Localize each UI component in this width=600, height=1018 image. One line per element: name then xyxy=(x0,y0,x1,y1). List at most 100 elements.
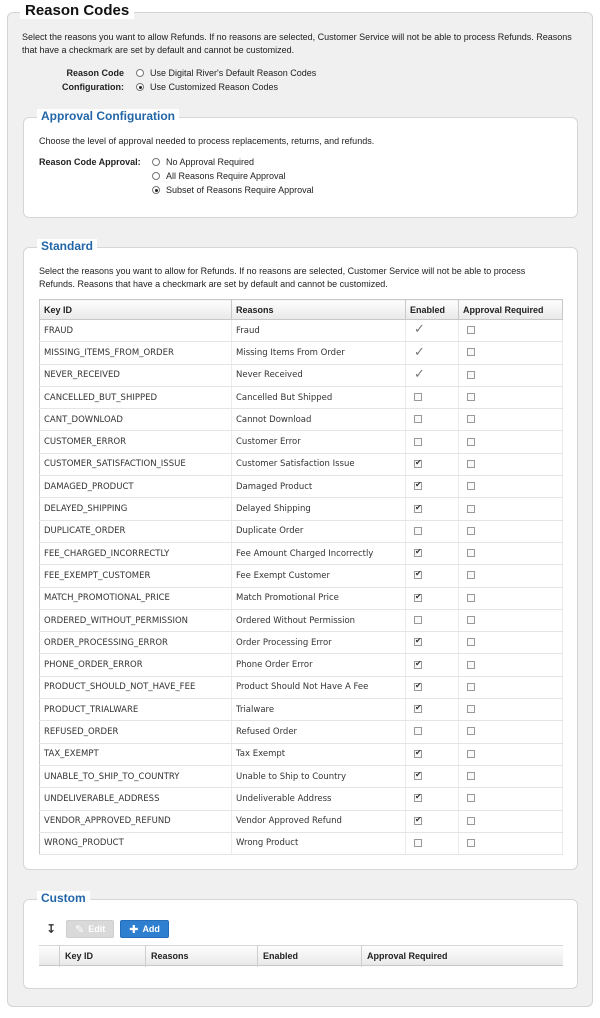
column-header-approval-required[interactable]: Approval Required xyxy=(458,299,563,320)
approval-required-checkbox[interactable] xyxy=(467,482,475,491)
approval-option[interactable]: Subset of Reasons Require Approval xyxy=(152,183,314,197)
enabled-checkbox[interactable] xyxy=(414,526,422,535)
enabled-cell xyxy=(405,765,459,789)
key-id-cell: FEE_EXEMPT_CUSTOMER xyxy=(39,564,232,588)
approval-required-checkbox[interactable] xyxy=(467,593,475,602)
enabled-checkbox[interactable] xyxy=(414,569,422,580)
enabled-checkbox[interactable] xyxy=(414,458,422,468)
enabled-checkbox[interactable] xyxy=(414,748,422,758)
enabled-cell xyxy=(405,587,459,610)
approval-option[interactable]: All Reasons Require Approval xyxy=(152,169,314,183)
approval-required-checkbox[interactable] xyxy=(467,682,475,691)
enabled-cell xyxy=(405,475,459,499)
add-button[interactable]: ✚ Add xyxy=(120,920,169,938)
enabled-checkbox[interactable] xyxy=(414,393,422,402)
approval-required-checkbox[interactable] xyxy=(467,749,475,758)
enabled-checkbox[interactable] xyxy=(414,547,422,558)
approval-option-label: Subset of Reasons Require Approval xyxy=(166,185,314,195)
approval-required-checkbox[interactable] xyxy=(467,794,475,803)
enabled-checkbox[interactable] xyxy=(414,703,422,714)
enabled-checkbox[interactable] xyxy=(414,480,422,491)
approval-radio[interactable] xyxy=(152,158,160,166)
reason-code-config-option[interactable]: Use Customized Reason Codes xyxy=(136,80,316,94)
approval-required-cell xyxy=(458,743,563,766)
custom-column-enabled[interactable]: Enabled xyxy=(263,951,298,961)
approval-required-checkbox[interactable] xyxy=(467,816,475,825)
enabled-checkbox[interactable] xyxy=(414,503,422,513)
approval-option[interactable]: No Approval Required xyxy=(152,155,314,169)
approval-required-checkbox[interactable] xyxy=(467,370,475,379)
approval-required-cell xyxy=(458,542,563,566)
sort-down-icon[interactable]: ↧ xyxy=(46,922,58,936)
approval-required-checkbox[interactable] xyxy=(467,571,475,580)
enabled-cell xyxy=(405,408,459,432)
approval-required-checkbox[interactable] xyxy=(467,348,475,357)
approval-required-checkbox[interactable] xyxy=(467,727,475,736)
edit-button[interactable]: ✎ Edit xyxy=(66,920,115,938)
table-header-row: Key ID Reasons Enabled Approval Required xyxy=(39,299,563,320)
key-id-cell: MISSING_ITEMS_FROM_ORDER xyxy=(39,341,232,365)
column-header-enabled[interactable]: Enabled xyxy=(405,299,459,320)
custom-column-key-id[interactable]: Key ID xyxy=(65,951,93,961)
reason-cell: Customer Error xyxy=(231,430,406,454)
column-header-reasons[interactable]: Reasons xyxy=(231,299,406,320)
approval-options: No Approval Required All Reasons Require … xyxy=(152,155,314,197)
approval-required-checkbox[interactable] xyxy=(467,705,475,714)
approval-required-checkbox[interactable] xyxy=(467,772,475,781)
approval-required-checkbox[interactable] xyxy=(467,437,475,446)
approval-required-checkbox[interactable] xyxy=(467,393,475,402)
approval-required-checkbox[interactable] xyxy=(467,504,475,513)
approval-required-checkbox[interactable] xyxy=(467,549,475,558)
table-row: DAMAGED_PRODUCT Damaged Product xyxy=(39,475,563,499)
approval-required-checkbox[interactable] xyxy=(467,415,475,424)
enabled-checkbox[interactable] xyxy=(414,792,422,803)
approval-radio[interactable] xyxy=(152,186,160,194)
reason-cell: Wrong Product xyxy=(231,832,406,856)
reason-cell: Fraud xyxy=(231,319,406,343)
custom-column-approval-required[interactable]: Approval Required xyxy=(367,951,448,961)
enabled-checkbox[interactable] xyxy=(414,636,422,647)
enabled-checkbox[interactable] xyxy=(414,815,422,825)
enabled-cell xyxy=(405,743,459,766)
reason-cell: Trialware xyxy=(231,698,406,722)
approval-radio[interactable] xyxy=(152,172,160,180)
custom-column-reasons[interactable]: Reasons xyxy=(151,951,189,961)
enabled-cell xyxy=(405,386,459,410)
key-id-cell: CUSTOMER_ERROR xyxy=(39,430,232,454)
enabled-cell: ✓ xyxy=(405,319,459,343)
approval-required-checkbox[interactable] xyxy=(467,326,475,335)
enabled-checkbox[interactable] xyxy=(414,659,422,669)
approval-required-checkbox[interactable] xyxy=(467,526,475,535)
enabled-cell xyxy=(405,609,459,633)
approval-required-cell xyxy=(458,430,563,454)
approval-required-checkbox[interactable] xyxy=(467,638,475,647)
custom-toolbar: ↧ ✎ Edit ✚ Add xyxy=(46,920,175,938)
reason-cell: Unable to Ship to Country xyxy=(231,765,406,789)
enabled-checkbox[interactable] xyxy=(414,616,422,624)
enabled-checkbox[interactable] xyxy=(414,437,422,446)
enabled-checkbox[interactable] xyxy=(414,727,422,736)
reason-cell: Undeliverable Address xyxy=(231,787,406,811)
plus-icon: ✚ xyxy=(129,923,139,936)
approval-required-checkbox[interactable] xyxy=(467,616,475,624)
custom-section: Custom ↧ ✎ Edit ✚ Add Key ID Reasons Ena… xyxy=(23,891,578,989)
enabled-checkbox[interactable] xyxy=(414,592,422,602)
column-header-key-id[interactable]: Key ID xyxy=(39,299,232,320)
enabled-checkbox[interactable] xyxy=(414,838,422,847)
reason-code-config-radio[interactable] xyxy=(136,83,144,91)
key-id-cell: UNABLE_TO_SHIP_TO_COUNTRY xyxy=(39,765,232,789)
reason-cell: Tax Exempt xyxy=(231,743,406,766)
approval-required-checkbox[interactable] xyxy=(467,660,475,669)
reason-code-config-option[interactable]: Use Digital River's Default Reason Codes xyxy=(136,66,316,80)
reason-cell: Fee Amount Charged Incorrectly xyxy=(231,542,406,566)
table-row: DUPLICATE_ORDER Duplicate Order xyxy=(39,520,563,543)
approval-required-checkbox[interactable] xyxy=(467,459,475,468)
enabled-checkbox[interactable] xyxy=(414,681,422,691)
key-id-cell: CANCELLED_BUT_SHIPPED xyxy=(39,386,232,410)
enabled-cell xyxy=(405,653,459,677)
reason-cell: Product Should Not Have A Fee xyxy=(231,676,406,700)
approval-required-checkbox[interactable] xyxy=(467,838,475,847)
enabled-checkbox[interactable] xyxy=(414,415,422,424)
enabled-checkbox[interactable] xyxy=(414,770,422,781)
reason-code-config-radio[interactable] xyxy=(136,69,144,77)
